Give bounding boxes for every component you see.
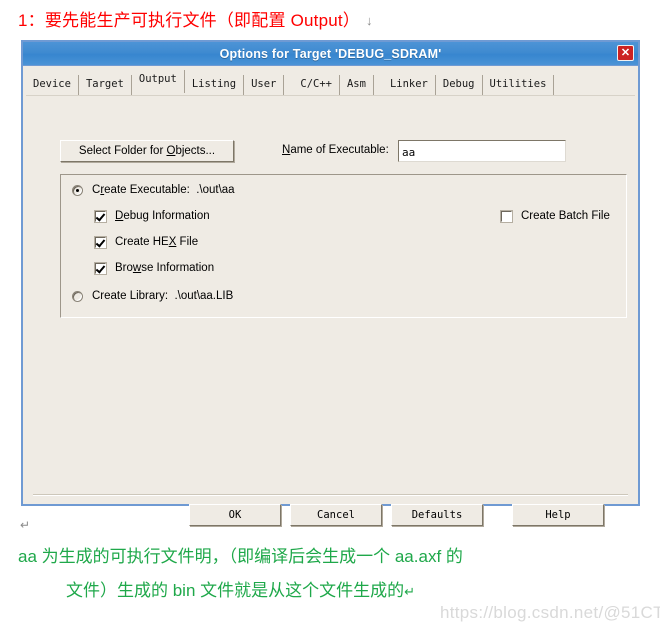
radio-on-icon	[72, 184, 83, 196]
name-of-executable-input[interactable]	[398, 140, 566, 162]
tab-user[interactable]: User	[244, 75, 285, 95]
select-folder-label: Select Folder for Objects...	[78, 145, 216, 157]
tab-device[interactable]: Device	[26, 75, 79, 95]
debug-information-label: Debug Information	[115, 210, 210, 222]
cancel-button[interactable]: Cancel	[290, 504, 382, 526]
dialog-title-bar: Options for Target 'DEBUG_SDRAM' ✕	[23, 42, 638, 66]
tab-asm[interactable]: Asm	[340, 75, 374, 95]
options-dialog: Options for Target 'DEBUG_SDRAM' ✕ Devic…	[21, 40, 640, 526]
heading-return-mark: ↓	[366, 13, 373, 28]
tab-linker[interactable]: Linker	[383, 75, 436, 95]
tab-target[interactable]: Target	[79, 75, 132, 95]
name-of-executable-label: Name of Executable:	[282, 144, 389, 156]
select-folder-for-objects-button[interactable]: Select Folder for Objects...	[60, 140, 234, 162]
tab-output[interactable]: Output	[131, 70, 185, 93]
checkbox-checked-icon	[94, 235, 107, 249]
radio-off-icon	[72, 290, 83, 302]
caption-return-mark: ↵	[404, 584, 416, 599]
create-executable-label: Create Executable: .\out\aa	[92, 184, 235, 196]
debug-information-checkbox[interactable]: Debug Information	[94, 209, 210, 223]
create-batch-file-checkbox[interactable]: Create Batch File	[500, 209, 610, 223]
browse-information-label: Browse Information	[115, 262, 215, 274]
create-executable-radio[interactable]: Create Executable: .\out\aa	[72, 184, 235, 196]
checkbox-checked-icon	[94, 209, 107, 223]
tab-utilities[interactable]: Utilities	[483, 75, 555, 95]
tab-listing[interactable]: Listing	[185, 75, 245, 95]
help-button[interactable]: Help	[512, 504, 604, 526]
defaults-button[interactable]: Defaults	[391, 504, 483, 526]
checkbox-unchecked-icon	[500, 209, 513, 223]
create-hex-file-label: Create HEX File	[115, 236, 199, 248]
create-library-radio[interactable]: Create Library: .\out\aa.LIB	[72, 290, 233, 302]
caption-line-1: aa 为生成的可执行文件明，（即编译后会生成一个 aa.axf 的	[18, 547, 463, 566]
page-heading-text: 1：要先能生产可执行文件（即配置 Output）	[18, 11, 361, 30]
checkbox-checked-icon	[94, 261, 107, 275]
close-icon[interactable]: ✕	[617, 45, 634, 61]
tab-cpp[interactable]: C/C++	[293, 75, 340, 95]
bottom-separator	[33, 494, 628, 496]
dialog-title: Options for Target 'DEBUG_SDRAM'	[219, 46, 442, 61]
caption-line-2: 文件）生成的 bin 文件就是从这个文件生成的	[66, 581, 405, 600]
create-hex-file-checkbox[interactable]: Create HEX File	[94, 235, 199, 249]
page-heading: 1：要先能生产可执行文件（即配置 Output） ↓	[18, 6, 373, 31]
browse-information-checkbox[interactable]: Browse Information	[94, 261, 215, 275]
blank-line-return-mark: ↵	[20, 518, 31, 532]
watermark: https://blog.csdn.net/@51CTO博客	[440, 603, 660, 622]
tab-debug[interactable]: Debug	[436, 75, 483, 95]
tab-strip: Device Target Output Listing User C/C++ …	[26, 70, 635, 96]
dialog-body: Device Target Output Listing User C/C++ …	[23, 66, 638, 526]
create-batch-file-label: Create Batch File	[521, 210, 610, 222]
ok-button[interactable]: OK	[189, 504, 281, 526]
create-library-label: Create Library: .\out\aa.LIB	[92, 290, 234, 302]
